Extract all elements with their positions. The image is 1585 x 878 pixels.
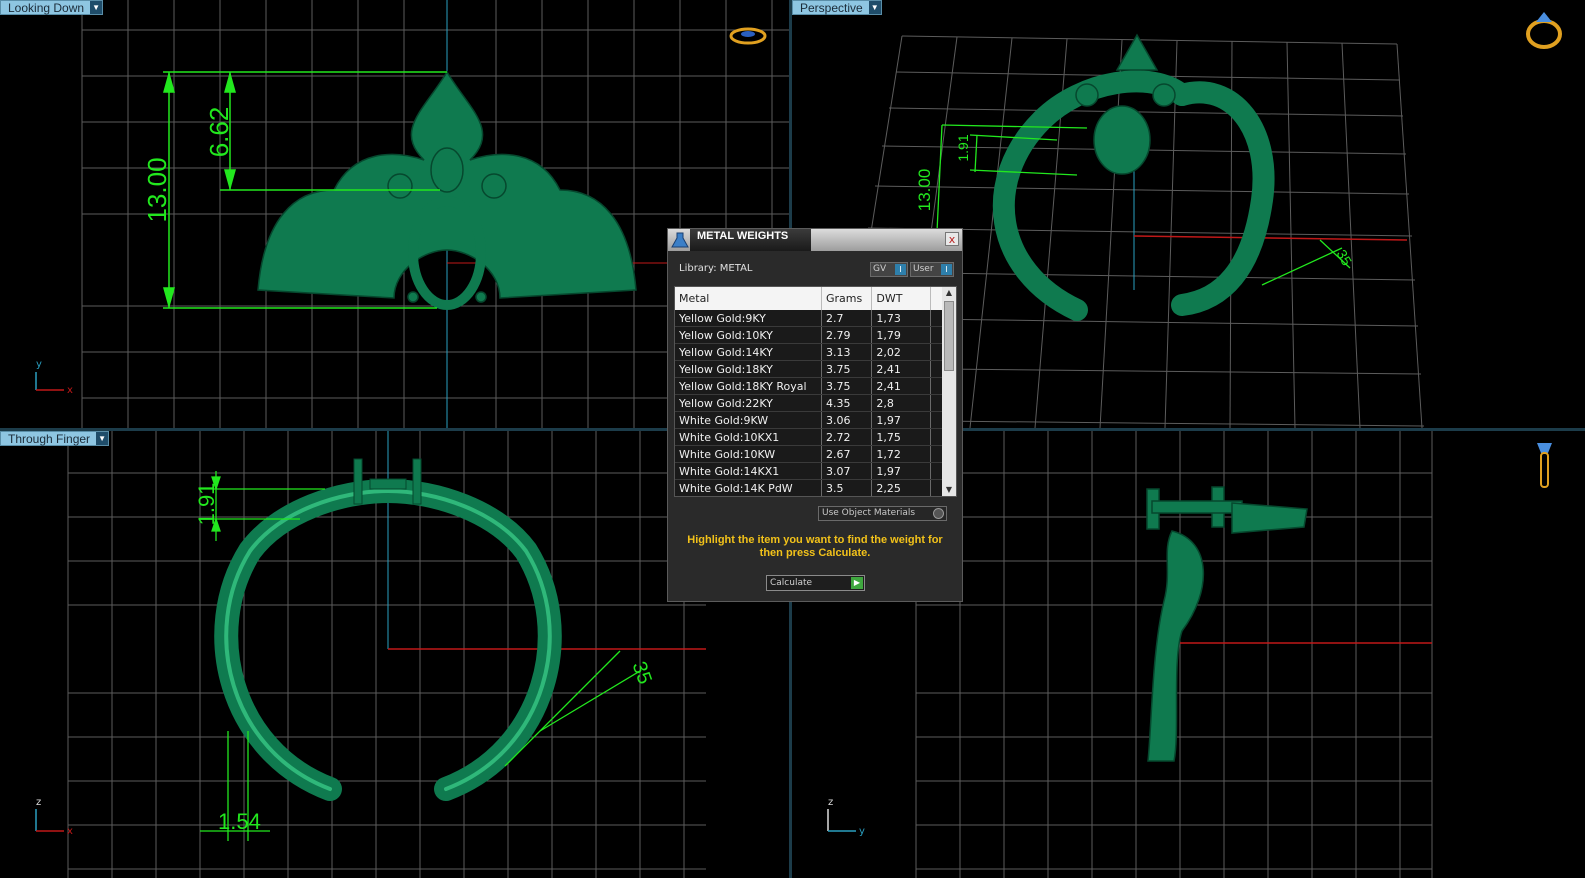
viewport-label-looking-down[interactable]: Looking Down ▼ — [0, 0, 104, 15]
axis-triad: z x — [35, 797, 73, 837]
table-row[interactable]: Yellow Gold:9KY 2.7 1,73 — [675, 310, 943, 327]
table-row[interactable]: White Gold:10KW 2.67 1,72 — [675, 445, 943, 463]
chevron-down-icon[interactable]: ▼ — [90, 1, 103, 14]
close-button[interactable]: x — [945, 232, 959, 246]
svg-text:13.00: 13.00 — [915, 169, 934, 212]
table-row[interactable]: White Gold:14KX1 3.07 1,97 — [675, 462, 943, 480]
table-row[interactable]: Yellow Gold:18KY Royal 3.75 2,41 — [675, 377, 943, 395]
chevron-down-icon[interactable]: ▼ — [96, 432, 109, 445]
svg-text:1.54: 1.54 — [218, 809, 261, 834]
toggle-icon: I — [895, 264, 906, 275]
table-row[interactable]: Yellow Gold:10KY 2.79 1,79 — [675, 326, 943, 344]
svg-text:1.91: 1.91 — [955, 134, 971, 161]
svg-text:z: z — [36, 797, 41, 808]
metal-table[interactable]: Metal Grams DWT Yellow Gold:9KY 2.7 1,73 Y… — [674, 286, 957, 497]
scroll-thumb[interactable] — [944, 301, 954, 371]
svg-text:z: z — [828, 797, 833, 808]
table-scrollbar[interactable]: ▲ ▼ — [942, 287, 956, 496]
table-row[interactable]: Yellow Gold:18KY 3.75 2,41 — [675, 360, 943, 378]
play-icon: ▶ — [851, 577, 863, 589]
dialog-title: METAL WEIGHTS — [690, 229, 811, 251]
axis-triad: y x — [35, 359, 73, 396]
ring-side-icon[interactable] — [1537, 443, 1552, 488]
svg-text:1.91: 1.91 — [194, 483, 219, 526]
table-row[interactable]: Yellow Gold:22KY 4.35 2,8 — [675, 394, 943, 412]
svg-text:x: x — [67, 826, 73, 837]
library-label: Library: METAL — [679, 263, 753, 274]
user-toggle[interactable]: User I — [910, 262, 954, 277]
table-row[interactable]: White Gold:9KW 3.06 1,97 — [675, 411, 943, 429]
column-header-dwt[interactable]: DWT — [871, 287, 932, 310]
scroll-down-icon[interactable]: ▼ — [942, 484, 956, 496]
radio-icon — [933, 508, 944, 519]
axis-triad: z y — [827, 797, 865, 837]
instruction-text: Highlight the item you want to find the … — [687, 534, 943, 559]
toggle-icon: I — [941, 264, 952, 275]
dialog-titlebar[interactable]: METAL WEIGHTS x — [668, 229, 962, 251]
metal-weights-dialog: METAL WEIGHTS x Library: METAL GV I User I… — [667, 228, 963, 602]
svg-text:y: y — [859, 826, 865, 837]
svg-text:x: x — [67, 385, 73, 396]
flask-icon — [671, 232, 689, 248]
column-header-grams[interactable]: Grams — [821, 287, 873, 310]
view-orientation-icon[interactable] — [729, 27, 767, 45]
use-object-materials-toggle[interactable]: Use Object Materials — [818, 506, 947, 521]
table-row[interactable]: White Gold:14K PdW 3.5 2,25 — [675, 479, 943, 496]
column-header-metal[interactable]: Metal — [675, 287, 822, 310]
scroll-up-icon[interactable]: ▲ — [942, 287, 956, 299]
svg-text:y: y — [36, 359, 42, 370]
table-row[interactable]: White Gold:10KX1 2.72 1,75 — [675, 428, 943, 446]
viewport-label-through-finger[interactable]: Through Finger ▼ — [0, 431, 110, 446]
dim-6-62: 6.62 — [204, 107, 234, 158]
chevron-down-icon[interactable]: ▼ — [868, 1, 881, 14]
ring-view-icon[interactable] — [1526, 12, 1562, 49]
dim-13: 13.00 — [142, 157, 172, 222]
gv-toggle[interactable]: GV I — [870, 262, 908, 277]
svg-text:35: 35 — [627, 659, 655, 687]
ring-end-view — [1146, 486, 1308, 762]
viewport-label-perspective[interactable]: Perspective ▼ — [792, 0, 882, 15]
calculate-button[interactable]: Calculate ▶ — [766, 575, 865, 591]
table-row[interactable]: Yellow Gold:14KY 3.13 2,02 — [675, 343, 943, 361]
